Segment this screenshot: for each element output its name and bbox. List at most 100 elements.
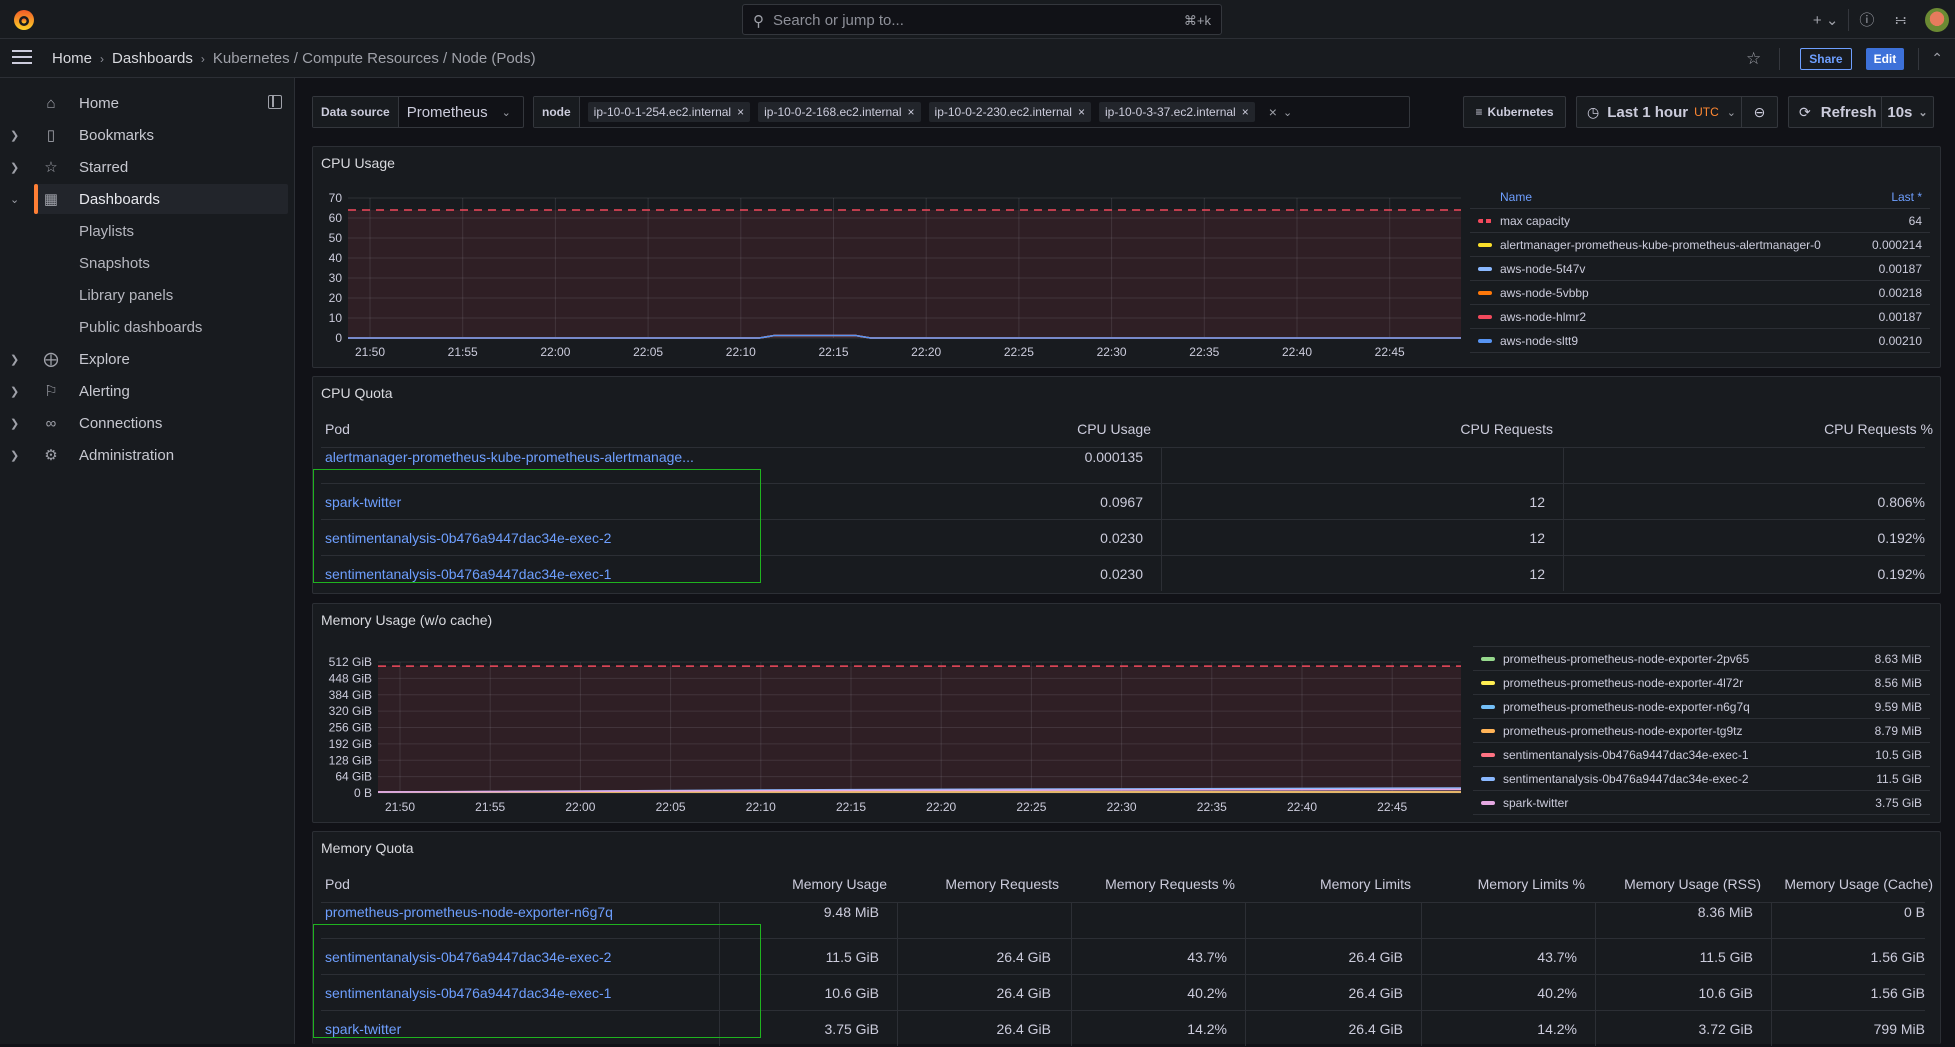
legend-item[interactable]: aws-node-5vbbp 0.00218 <box>1470 281 1930 305</box>
panel-title[interactable]: CPU Quota <box>321 385 393 401</box>
legend-item[interactable]: aws-node-5t47v 0.00187 <box>1470 257 1930 281</box>
avatar[interactable] <box>1925 7 1949 32</box>
chevron-right-icon[interactable]: ❯ <box>10 385 19 398</box>
legend-item[interactable]: prometheus-prometheus-node-exporter-4l72… <box>1473 671 1930 695</box>
column-header[interactable]: Memory Limits <box>1320 866 1411 902</box>
series-color-swatch[interactable] <box>1478 243 1492 247</box>
series-color-swatch[interactable] <box>1481 729 1495 733</box>
series-color-swatch[interactable] <box>1481 801 1495 805</box>
share-button[interactable]: Share <box>1800 47 1852 70</box>
memory-usage-chart[interactable]: 0 B 64 GiB 128 GiB 192 GiB 256 GiB 320 GiB 384… <box>313 604 1463 824</box>
edit-button[interactable]: Edit <box>1865 47 1905 70</box>
search-input[interactable]: ⚲ Search or jump to... ⌘+k <box>742 4 1222 35</box>
menu-toggle-icon[interactable] <box>12 50 32 66</box>
series-color-swatch[interactable] <box>1481 657 1495 661</box>
remove-icon[interactable]: × <box>1078 105 1085 119</box>
column-header[interactable]: CPU Requests <box>1460 411 1553 447</box>
column-header[interactable]: Memory Limits % <box>1478 866 1585 902</box>
breadcrumb-home[interactable]: Home <box>52 50 92 67</box>
chevron-down-icon[interactable]: ⌄ <box>502 106 511 119</box>
sidebar-item-bookmarks[interactable]: ❯ ▯ Bookmarks <box>0 120 288 150</box>
refresh-button[interactable]: Refresh <box>1821 104 1877 121</box>
series-color-swatch[interactable] <box>1478 339 1492 343</box>
chevron-right-icon[interactable]: ❯ <box>10 417 19 430</box>
sidebar-item-home[interactable]: ⌂ Home <box>0 88 288 118</box>
legend-item[interactable]: sentimentanalysis-0b476a9447dac34e-exec-… <box>1473 743 1930 767</box>
sidebar-item-connections[interactable]: ❯ ∞ Connections <box>0 408 288 438</box>
column-divider[interactable] <box>1771 902 1772 1046</box>
clear-icon[interactable]: × <box>1269 104 1277 120</box>
plus-icon[interactable]: + ⌄ <box>1813 11 1839 29</box>
chevron-right-icon[interactable]: ❯ <box>10 129 19 142</box>
zoom-out-icon[interactable]: ⊖ <box>1741 97 1777 127</box>
chevron-right-icon[interactable]: ❯ <box>10 353 19 366</box>
column-header[interactable]: Memory Requests % <box>1105 866 1235 902</box>
series-color-swatch[interactable] <box>1478 219 1492 223</box>
remove-icon[interactable]: × <box>1242 105 1249 119</box>
chevron-right-icon[interactable]: ❯ <box>10 161 19 174</box>
node-tag[interactable]: ip-10-0-2-230.ec2.internal × <box>928 102 1091 122</box>
help-icon[interactable]: ⓘ <box>1859 9 1874 30</box>
sidebar-item-administration[interactable]: ❯ ⚙ Administration <box>0 440 288 470</box>
datasource-value[interactable]: Prometheus <box>407 104 488 121</box>
kubernetes-links-button[interactable]: ≡ Kubernetes <box>1463 96 1566 128</box>
remove-icon[interactable]: × <box>737 105 744 119</box>
series-color-swatch[interactable] <box>1478 291 1492 295</box>
column-header[interactable]: CPU Requests % <box>1824 411 1933 447</box>
star-icon[interactable]: ☆ <box>1746 49 1761 69</box>
series-color-swatch[interactable] <box>1481 753 1495 757</box>
legend-item[interactable]: max capacity 64 <box>1470 209 1930 233</box>
node-tag[interactable]: ip-10-0-3-37.ec2.internal × <box>1098 102 1255 122</box>
legend-item[interactable]: prometheus-prometheus-node-exporter-2pv6… <box>1473 647 1930 671</box>
grafana-logo[interactable] <box>12 8 36 32</box>
legend-item[interactable]: spark-twitter 3.75 GiB <box>1473 791 1930 815</box>
panel-title[interactable]: Memory Quota <box>321 840 414 856</box>
chevron-right-icon[interactable]: ❯ <box>10 449 19 462</box>
refresh-picker[interactable]: ⟳ Refresh 10s ⌄ <box>1788 96 1934 128</box>
breadcrumb-dashboards[interactable]: Dashboards <box>112 50 193 67</box>
news-icon[interactable]: ∺ <box>1894 11 1907 29</box>
column-divider[interactable] <box>1161 447 1162 591</box>
column-header[interactable]: Memory Requests <box>945 866 1059 902</box>
refresh-interval-select[interactable]: 10s ⌄ <box>1881 97 1933 127</box>
sidebar-item-explore[interactable]: ❯ ⨁ Explore <box>0 344 288 374</box>
chevron-down-icon[interactable]: ⌄ <box>10 193 19 206</box>
column-divider[interactable] <box>1071 902 1072 1046</box>
sidebar-item-starred[interactable]: ❯ ☆ Starred <box>0 152 288 182</box>
sidebar-item-library-panels[interactable]: Library panels <box>0 280 288 310</box>
series-color-swatch[interactable] <box>1478 267 1492 271</box>
legend-col-name[interactable]: Name <box>1500 190 1532 204</box>
legend-col-last[interactable]: Last * <box>1891 190 1922 204</box>
node-variable-picker[interactable]: node ip-10-0-1-254.ec2.internal × ip-10-0… <box>533 96 1410 128</box>
legend-series-last: 9.59 MiB <box>1874 699 1922 714</box>
refresh-icon[interactable]: ⟳ <box>1799 104 1811 121</box>
legend-item[interactable]: prometheus-prometheus-node-exporter-n6g7… <box>1473 695 1930 719</box>
time-range-picker[interactable]: ◷ Last 1 hour UTC ⌄ ⊖ <box>1576 96 1778 128</box>
sidebar-item-snapshots[interactable]: Snapshots <box>0 248 288 278</box>
column-divider[interactable] <box>1245 902 1246 1046</box>
remove-icon[interactable]: × <box>908 105 915 119</box>
node-tag[interactable]: ip-10-0-1-254.ec2.internal × <box>587 102 751 122</box>
series-color-swatch[interactable] <box>1481 681 1495 685</box>
sidebar-item-alerting[interactable]: ❯ ⚐ Alerting <box>0 376 288 406</box>
column-divider[interactable] <box>1563 447 1564 591</box>
legend-item[interactable]: sentimentanalysis-0b476a9447dac34e-exec-… <box>1473 767 1930 791</box>
column-divider[interactable] <box>1421 902 1422 1046</box>
sidebar-item-public-dashboards[interactable]: Public dashboards <box>0 312 288 342</box>
chevron-up-icon[interactable]: ⌃ <box>1931 50 1943 67</box>
cpu-usage-chart[interactable]: 0 10 20 30 40 50 60 70 21:50 21:55 22:00 22:05 22:10… <box>313 147 1463 369</box>
legend-item[interactable]: aws-node-hlmr2 0.00187 <box>1470 305 1930 329</box>
chevron-down-icon[interactable]: ⌄ <box>1283 106 1292 119</box>
sidebar-item-playlists[interactable]: Playlists <box>0 216 288 246</box>
column-divider[interactable] <box>897 902 898 1046</box>
column-divider[interactable] <box>1595 902 1596 1046</box>
series-color-swatch[interactable] <box>1478 315 1492 319</box>
node-tag[interactable]: ip-10-0-2-168.ec2.internal × <box>758 102 921 122</box>
datasource-picker[interactable]: Data source Prometheus ⌄ <box>312 96 524 128</box>
sidebar-item-dashboards[interactable]: ⌄ ▦ Dashboards <box>10 184 288 214</box>
series-color-swatch[interactable] <box>1481 705 1495 709</box>
legend-item[interactable]: prometheus-prometheus-node-exporter-tg9t… <box>1473 719 1930 743</box>
legend-item[interactable]: aws-node-sltt9 0.00210 <box>1470 329 1930 353</box>
series-color-swatch[interactable] <box>1481 777 1495 781</box>
legend-item[interactable]: alertmanager-prometheus-kube-prometheus-… <box>1470 233 1930 257</box>
